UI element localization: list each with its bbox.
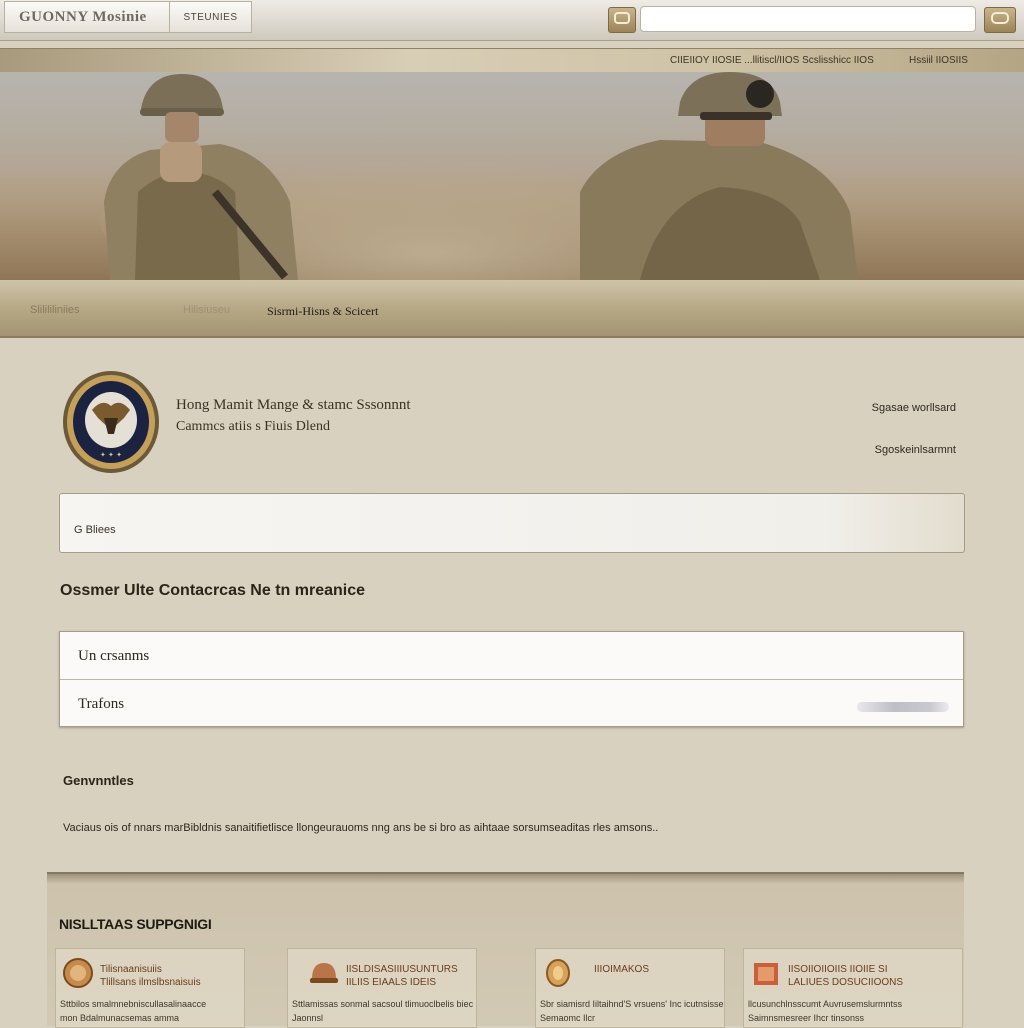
- card-description: llcusunchlnsscumt Auvrusemslurmntss Saimn…: [748, 999, 903, 1023]
- hero-image: [0, 72, 1024, 280]
- brand-logo[interactable]: GUONNY Mosinie: [5, 9, 169, 26]
- card-title: IIIOIMAKOS: [594, 964, 650, 975]
- side-link-1[interactable]: Sgasae worllsard: [872, 402, 956, 414]
- flag-icon: [750, 957, 782, 989]
- nav-strip: CIIEIIOY IIOSIE ...llitiscl/IIOS Scsliss…: [0, 48, 1024, 74]
- form-row-label: Un crsanms: [78, 648, 150, 664]
- hero-link-2[interactable]: Hilisiuseu: [183, 304, 230, 316]
- card-description: Sttlamissas sonmal sacsoul tlimuoclbelis…: [292, 999, 474, 1023]
- coin-icon: [542, 957, 574, 989]
- support-card[interactable]: IISLDISASIIIUSUNTURS IILIIS EIAALS IDEIS …: [287, 948, 477, 1028]
- card-title: Tilisnaanisuiis Tlillsans ilmslbsnaisuis: [100, 964, 201, 988]
- organization-seal: ✦ ✦ ✦: [62, 370, 160, 474]
- support-card[interactable]: IIIOIMAKOS Sbr siamisrd Iiltaihnd'S vrsu…: [535, 948, 725, 1028]
- nav-link-main[interactable]: CIIEIIOY IIOSIE ...llitiscl/IIOS Scsliss…: [670, 55, 874, 66]
- comments-text: Vaciaus ois of nnars marBibldnis sanaiti…: [63, 822, 659, 834]
- brand-box[interactable]: GUONNY Mosinie STEUNIES: [4, 1, 252, 33]
- comments-heading: Genvnntles: [63, 773, 134, 788]
- card-description: Sttbilos smalmnebniscullasalinaacce mon B…: [60, 999, 207, 1023]
- form-row-slider[interactable]: [857, 702, 949, 712]
- nav-link-secondary[interactable]: Hssiil IIOSIIS: [909, 55, 968, 66]
- top-bar: GUONNY Mosinie STEUNIES: [0, 0, 1024, 41]
- search-input[interactable]: [640, 6, 976, 32]
- badge-icon: [62, 957, 94, 989]
- message-icon: [991, 11, 1009, 29]
- chat-button[interactable]: [608, 7, 636, 33]
- side-link-2[interactable]: Sgoskeinlsarmnt: [875, 444, 956, 456]
- brand-tab[interactable]: STEUNIES: [169, 2, 251, 32]
- form-row-label: Trafons: [78, 696, 125, 712]
- card-title: IISOIIOIIOIIS IIOIIE SI LALIUES DOSUCIIOO…: [788, 964, 904, 988]
- support-card[interactable]: Tilisnaanisuiis Tlillsans ilmslbsnaisuis …: [55, 948, 245, 1028]
- hero-link-1[interactable]: Slilililiniies: [30, 304, 80, 316]
- chat-icon: [614, 11, 630, 29]
- organization-title: Hong Mamit Mange & stamc Sssonnnt: [176, 397, 411, 413]
- card-description: Sbr siamisrd Iiltaihnd'S vrsuens' Inc ic…: [540, 999, 724, 1023]
- support-heading: NISLLTAAS SUPPGNIGI: [59, 916, 212, 932]
- hero-link-3[interactable]: Sisrmi-Hisns & Scicert: [267, 304, 378, 319]
- hero-banner: [0, 72, 1024, 280]
- section-title: Ossmer Ulte Contacrcas Ne tn mreanice: [60, 582, 366, 599]
- helmet-icon: [308, 957, 340, 989]
- svg-text:✦ ✦ ✦: ✦ ✦ ✦: [100, 451, 122, 459]
- support-panel: NISLLTAAS SUPPGNIGI Tilisnaanisuiis Tlill…: [47, 872, 964, 1028]
- form-row[interactable]: Trafons: [60, 679, 963, 726]
- support-card[interactable]: IISOIIOIIOIIS IIOIIE SI LALIUES DOSUCIIOO…: [743, 948, 963, 1028]
- form-card: Un crsanms Trafons: [59, 631, 964, 727]
- message-button[interactable]: [984, 7, 1016, 33]
- card-title: IISLDISASIIIUSUNTURS IILIIS EIAALS IDEIS: [346, 964, 458, 988]
- filter-label: G Bliees: [74, 524, 116, 536]
- organization-subtitle: Cammcs atiis s Fiuis Dlend: [176, 419, 330, 434]
- form-row[interactable]: Un crsanms: [60, 632, 963, 679]
- hero-link-bar: Slilililiniies Hilisiuseu Sisrmi-Hisns &…: [0, 280, 1024, 338]
- filter-box[interactable]: G Bliees: [59, 493, 965, 553]
